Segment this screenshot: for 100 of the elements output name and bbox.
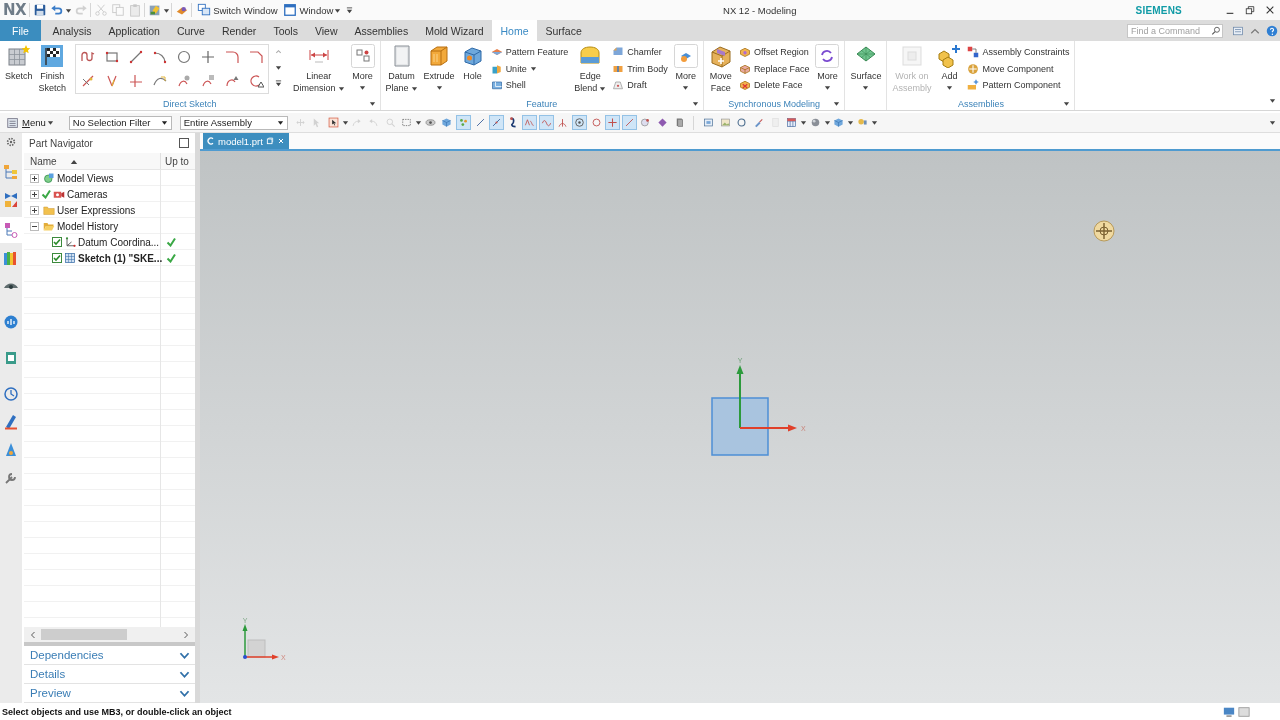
points-icon[interactable]: [455, 115, 471, 130]
fillet-corner-icon[interactable]: [224, 49, 241, 65]
more-menu-button[interactable]: More: [670, 44, 701, 91]
caret-icon[interactable]: [1269, 97, 1276, 104]
chamfer-corner-icon[interactable]: [248, 49, 265, 65]
circle-icon[interactable]: [176, 49, 193, 65]
menu-button[interactable]: Menu: [0, 115, 58, 130]
ribbon-button[interactable]: Linear Dimension: [290, 44, 348, 94]
part-tree-icon[interactable]: [0, 217, 22, 243]
plus-icon[interactable]: [605, 115, 621, 130]
ribbon-button[interactable]: Trim Body: [609, 60, 671, 77]
ribbon-tab[interactable]: Application: [100, 20, 169, 41]
line-icon[interactable]: [128, 49, 145, 65]
ribbon-button[interactable]: Unite: [487, 60, 572, 77]
column-header[interactable]: Name: [24, 153, 160, 169]
scroll-down-icon[interactable]: [275, 64, 283, 71]
ribbon-tab[interactable]: Surface: [537, 20, 591, 41]
checkbox[interactable]: [52, 253, 62, 263]
maximize-icon[interactable]: [179, 138, 189, 148]
ribbon-tab[interactable]: View: [306, 20, 346, 41]
ribbon-button[interactable]: Surface: [847, 44, 885, 91]
search-icon[interactable]: [1211, 25, 1221, 36]
checkbox[interactable]: [52, 237, 62, 247]
command-search-field[interactable]: Find a Command: [1127, 23, 1223, 38]
ribbon-button[interactable]: Replace Face: [735, 60, 813, 77]
ribbon-tab[interactable]: Mold Wizard: [416, 20, 492, 41]
caret-icon[interactable]: [870, 119, 878, 126]
caret-icon[interactable]: [341, 119, 349, 126]
plus-icon[interactable]: [200, 49, 217, 65]
tree-item[interactable]: Model Views: [24, 170, 195, 186]
window-menu-button[interactable]: Window: [279, 3, 344, 17]
ribbon-button[interactable]: Finish Sketch: [35, 44, 70, 94]
caret-icon[interactable]: [823, 119, 831, 126]
more-menu-button[interactable]: More: [812, 44, 843, 91]
settings-icon[interactable]: [5, 136, 17, 148]
document-tab[interactable]: model1.prt: [203, 133, 289, 149]
ribbon-button[interactable]: Pattern Feature: [487, 44, 572, 61]
expand-icon[interactable]: [30, 189, 39, 199]
screen-icon[interactable]: [1223, 705, 1235, 718]
tree-item[interactable]: User Expressions: [24, 202, 195, 218]
ribbon-tab[interactable]: Assemblies: [345, 20, 417, 41]
curve-square-icon[interactable]: [200, 73, 217, 89]
scrollbar-thumb[interactable]: [41, 629, 127, 640]
tree-item[interactable]: Sketch (1) "SKE...: [24, 250, 195, 266]
picture-pencil-icon[interactable]: [147, 3, 162, 17]
ribbon-button[interactable]: Pattern Component: [964, 77, 1073, 94]
ribbon-button[interactable]: Extrude: [420, 44, 458, 91]
expand-icon[interactable]: [30, 205, 39, 215]
restore-icon[interactable]: [1245, 5, 1255, 15]
ribbon-button[interactable]: Delete Face: [735, 77, 813, 94]
help-icon[interactable]: [1265, 24, 1278, 37]
close-icon[interactable]: [1265, 5, 1275, 15]
ribbon-button[interactable]: Add: [934, 44, 965, 91]
caret-icon[interactable]: [1269, 119, 1276, 126]
caret-icon[interactable]: [65, 6, 73, 14]
ribbon-tab[interactable]: Analysis: [43, 20, 101, 41]
assembly-scope-dropdown[interactable]: Entire Assembly: [179, 115, 288, 130]
arc-icon[interactable]: [152, 49, 169, 65]
scroll-up-icon[interactable]: [275, 48, 283, 55]
more-menu-button[interactable]: More: [347, 44, 378, 91]
caret-icon[interactable]: [847, 119, 855, 126]
horizontal-scrollbar[interactable]: [24, 627, 195, 642]
caret-icon[interactable]: [368, 100, 376, 107]
ribbon-button[interactable]: Move Face: [705, 44, 736, 94]
select-box-icon[interactable]: [325, 115, 341, 130]
cross-lines-icon[interactable]: [128, 73, 145, 89]
switch-window-button[interactable]: Switch Window: [193, 3, 280, 17]
caret-icon[interactable]: [691, 100, 699, 107]
ribbon-button[interactable]: Chamfer: [609, 44, 671, 61]
ribbon-button[interactable]: Datum Plane: [382, 44, 421, 94]
caret-icon[interactable]: [800, 119, 807, 126]
wave-icon[interactable]: [538, 115, 554, 130]
save-icon[interactable]: [32, 3, 47, 17]
ribbon-button[interactable]: Edge Blend: [571, 44, 610, 94]
tree-item[interactable]: Datum Coordina...: [24, 234, 195, 250]
ribbon-button[interactable]: Hole: [457, 44, 488, 82]
gallery-expand-icon[interactable]: [275, 80, 283, 87]
arc-triangle-icon[interactable]: [248, 73, 265, 89]
tree-item[interactable]: Cameras: [24, 186, 195, 202]
expand-icon[interactable]: [30, 173, 39, 183]
collapse-icon[interactable]: [30, 221, 39, 231]
scroll-right-icon[interactable]: [183, 630, 189, 639]
tree-item[interactable]: Model History: [24, 218, 195, 234]
file-menu-button[interactable]: File: [0, 20, 41, 41]
undo-icon[interactable]: [49, 3, 64, 17]
caret-icon[interactable]: [1063, 100, 1071, 107]
ribbon-tab[interactable]: Render: [213, 20, 265, 41]
caret-icon[interactable]: [163, 6, 171, 14]
window-icon[interactable]: [1238, 705, 1250, 718]
ribbon-button[interactable]: Shell: [487, 77, 572, 94]
restore-icon[interactable]: [265, 137, 274, 145]
caret-icon[interactable]: [833, 100, 841, 107]
rectangle-icon[interactable]: [104, 49, 121, 65]
ribbon-button[interactable]: Offset Region: [735, 44, 813, 61]
ribbon-button[interactable]: Move Component: [964, 60, 1073, 77]
ribbon-tab[interactable]: Home: [492, 20, 538, 41]
customize-caret-icon[interactable]: [346, 6, 354, 14]
caret-icon[interactable]: [414, 119, 422, 126]
ribbon-tab[interactable]: Curve: [168, 20, 214, 41]
ribbon-button[interactable]: Assembly Constraints: [964, 44, 1073, 61]
